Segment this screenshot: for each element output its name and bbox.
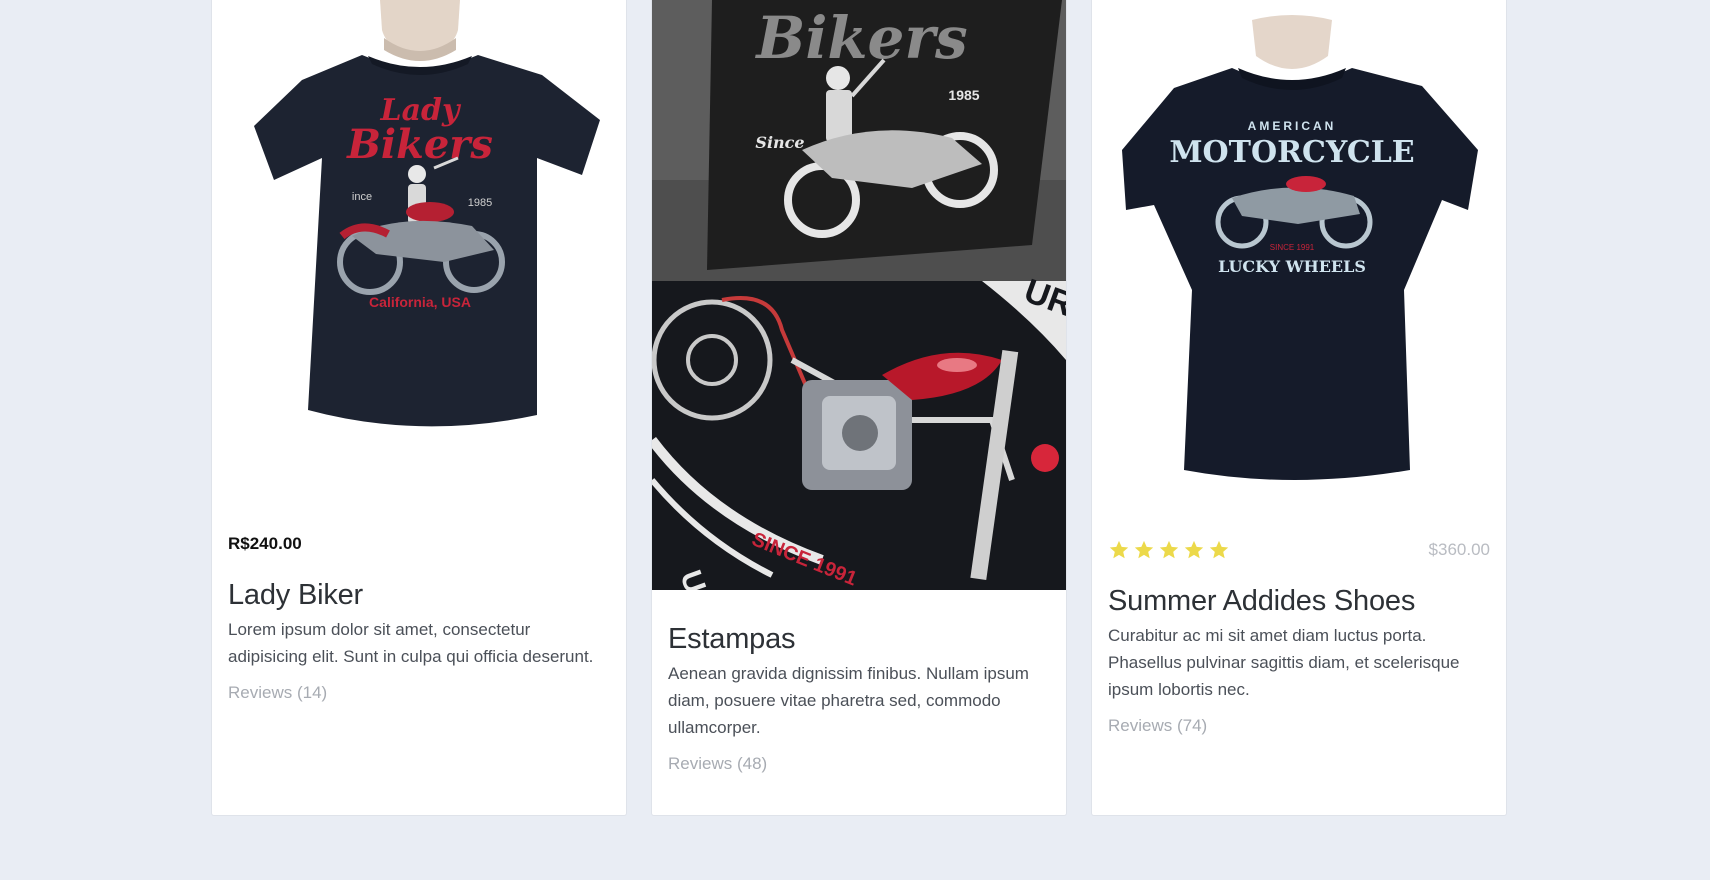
product-title[interactable]: Lady Biker bbox=[228, 578, 610, 612]
product-image-estampas[interactable]: Bikers Since 1985 SINCE 1991 URTY bbox=[652, 0, 1066, 590]
image-top-folded-shirt: Bikers Since 1985 bbox=[652, 0, 1066, 281]
star-icon bbox=[1109, 540, 1129, 559]
product-title[interactable]: Estampas bbox=[668, 622, 1050, 656]
reviews-link[interactable]: Reviews (14) bbox=[228, 683, 610, 703]
print-top-3: 1985 bbox=[948, 87, 979, 103]
product-card-lady-biker[interactable]: Lady Bikers ince 1985 California, USA R$… bbox=[211, 0, 627, 816]
product-title[interactable]: Summer Addides Shoes bbox=[1108, 584, 1490, 618]
product-description: Lorem ipsum dolor sit amet, consectetur … bbox=[228, 620, 594, 666]
reviews-link[interactable]: Reviews (74) bbox=[1108, 716, 1490, 736]
product-image-lady-biker[interactable]: Lady Bikers ince 1985 California, USA bbox=[212, 0, 626, 520]
card-meta-row: R$240.00 bbox=[228, 530, 610, 558]
print-top-1: Bikers bbox=[754, 4, 967, 72]
product-card-summer-addides-shoes[interactable]: AMERICAN MOTORCYCLE SINCE 1991 LUCKY WHE… bbox=[1091, 0, 1507, 816]
product-image-summer-addides-shoes[interactable]: AMERICAN MOTORCYCLE SINCE 1991 LUCKY WHE… bbox=[1092, 0, 1506, 520]
print-line-1: AMERICAN bbox=[1248, 119, 1337, 133]
star-icon bbox=[1209, 540, 1229, 559]
reviews-link[interactable]: Reviews (48) bbox=[668, 754, 1050, 774]
price: R$240.00 bbox=[228, 534, 302, 553]
star-icon bbox=[1184, 540, 1204, 559]
print-line-5: California, USA bbox=[369, 294, 471, 310]
print-line-4: LUCKY WHEELS bbox=[1218, 257, 1366, 276]
card-meta-row: $360.00 bbox=[1108, 536, 1490, 564]
print-line-3: ince bbox=[352, 191, 372, 203]
print-line-3: SINCE 1991 bbox=[1270, 243, 1315, 252]
price: $360.00 bbox=[1428, 540, 1490, 559]
image-bottom-motorcycle-print: SINCE 1991 URTY UCKY bbox=[652, 272, 1066, 590]
star-rating[interactable] bbox=[1108, 539, 1230, 561]
print-line-2: MOTORCYCLE bbox=[1169, 135, 1414, 170]
print-line-4: 1985 bbox=[468, 197, 492, 209]
print-line-2: Bikers bbox=[346, 121, 493, 168]
star-icon bbox=[1159, 540, 1179, 559]
print-top-2: Since bbox=[755, 133, 804, 152]
product-description: Aenean gravida dignissim finibus. Nullam… bbox=[668, 664, 1029, 737]
product-description: Curabitur ac mi sit amet diam luctus por… bbox=[1108, 626, 1460, 699]
star-icon bbox=[1134, 540, 1154, 559]
product-card-estampas[interactable]: Bikers Since 1985 SINCE 1991 URTY Estamp… bbox=[651, 0, 1067, 816]
